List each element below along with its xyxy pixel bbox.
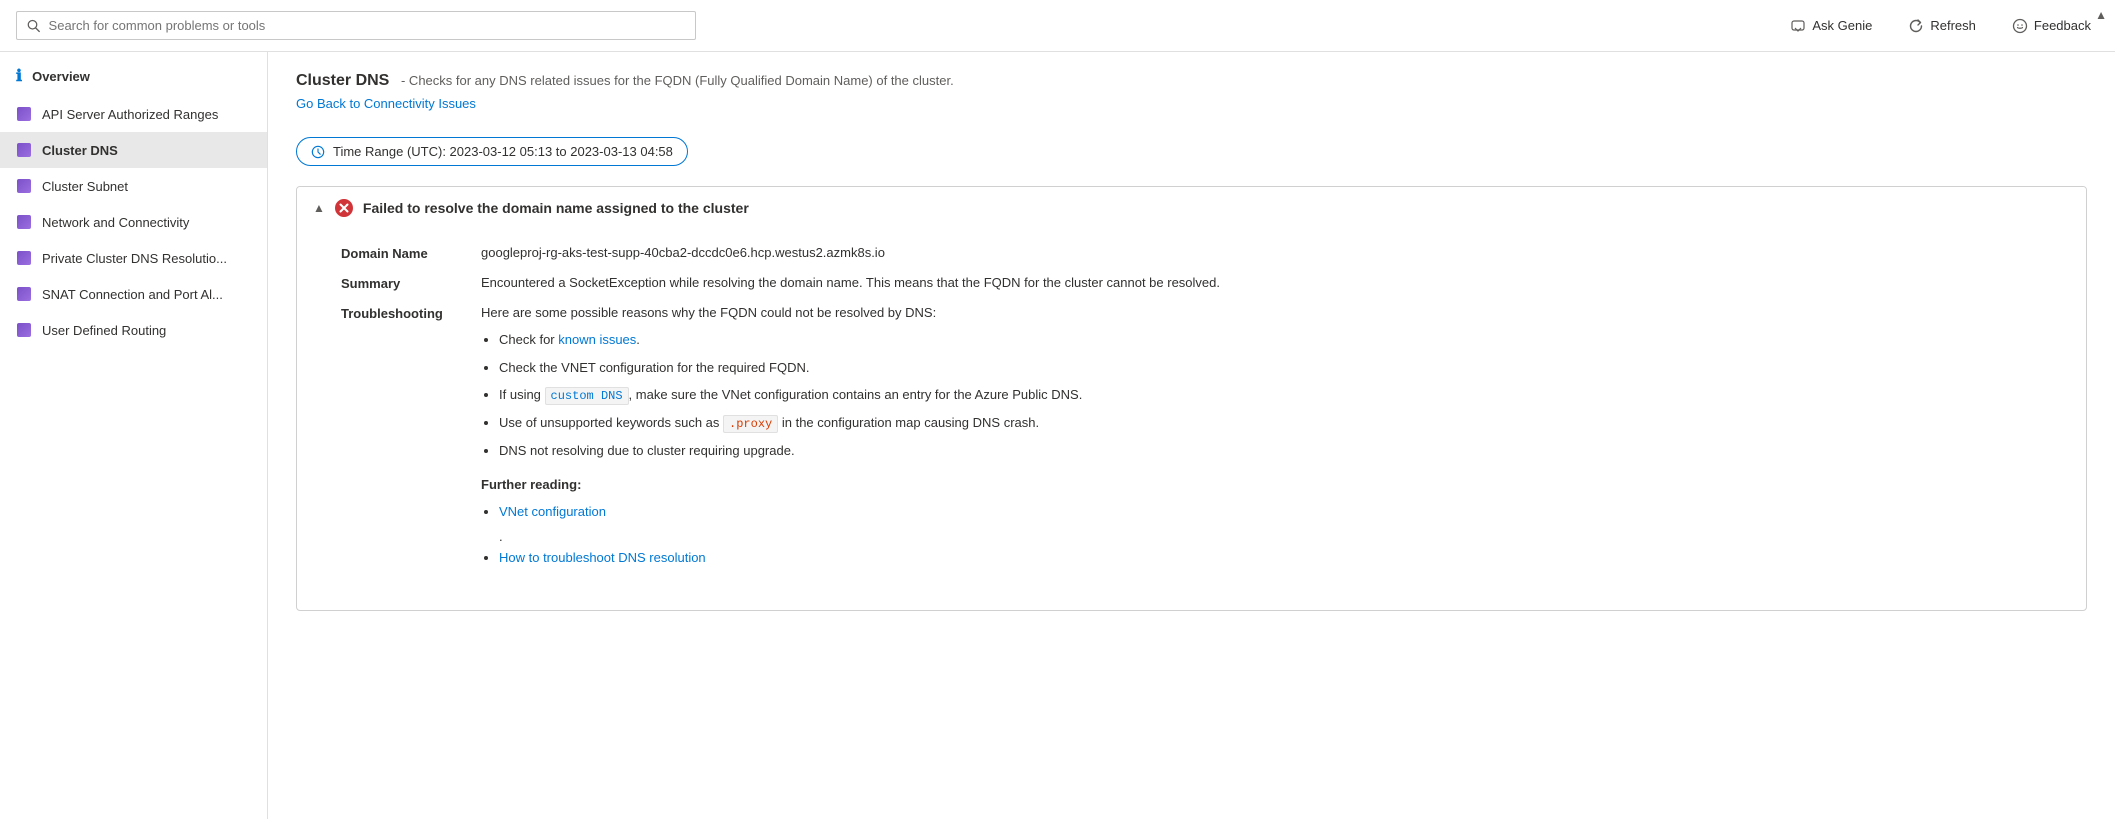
further-reading-list: VNet configuration <box>499 502 2066 522</box>
sidebar-item-network-connectivity-label: Network and Connectivity <box>42 215 189 230</box>
summary-value: Encountered a SocketException while reso… <box>481 275 2066 290</box>
sidebar-item-user-defined-routing-label: User Defined Routing <box>42 323 166 338</box>
topbar-actions: Ask Genie Refresh Feedback <box>1782 14 2099 38</box>
sidebar-item-user-defined-routing[interactable]: User Defined Routing <box>0 312 267 348</box>
troubleshooting-list: Check for known issues. Check the VNET c… <box>499 330 2066 461</box>
troubleshooting-row: Troubleshooting Here are some possible r… <box>341 305 2066 576</box>
summary-label: Summary <box>341 275 481 291</box>
back-link[interactable]: Go Back to Connectivity Issues <box>296 96 476 111</box>
troubleshooting-value: Here are some possible reasons why the F… <box>481 305 2066 576</box>
sidebar-item-overview[interactable]: ℹ Overview <box>0 56 267 96</box>
cluster-subnet-icon <box>16 178 32 194</box>
user-defined-routing-icon <box>16 322 32 338</box>
search-box[interactable] <box>16 11 696 40</box>
api-server-icon <box>16 106 32 122</box>
sidebar-item-private-cluster-dns[interactable]: Private Cluster DNS Resolutio... <box>0 240 267 276</box>
sidebar-item-cluster-dns-label: Cluster DNS <box>42 143 118 158</box>
refresh-icon <box>1908 18 1924 34</box>
sidebar-item-network-connectivity[interactable]: Network and Connectivity <box>0 204 267 240</box>
summary-row: Summary Encountered a SocketException wh… <box>341 275 2066 291</box>
network-connectivity-icon <box>16 214 32 230</box>
search-input[interactable] <box>49 18 685 33</box>
sidebar-item-private-cluster-dns-label: Private Cluster DNS Resolutio... <box>42 251 227 266</box>
genie-icon <box>1790 18 1806 34</box>
snat-icon <box>16 286 32 302</box>
sidebar-item-cluster-subnet-label: Cluster Subnet <box>42 179 128 194</box>
list-item: Check the VNET configuration for the req… <box>499 358 2066 378</box>
domain-name-row: Domain Name googleproj-rg-aks-test-supp-… <box>341 245 2066 261</box>
vnet-config-link[interactable]: VNet configuration <box>499 504 606 519</box>
domain-name-value: googleproj-rg-aks-test-supp-40cba2-dccdc… <box>481 245 2066 260</box>
feedback-icon <box>2012 18 2028 34</box>
list-item: DNS not resolving due to cluster requiri… <box>499 441 2066 461</box>
sidebar-item-api-server-label: API Server Authorized Ranges <box>42 107 218 122</box>
result-card-title: Failed to resolve the domain name assign… <box>363 200 749 216</box>
sidebar-item-snat-label: SNAT Connection and Port Al... <box>42 287 223 302</box>
sidebar-item-snat[interactable]: SNAT Connection and Port Al... <box>0 276 267 312</box>
sidebar-item-cluster-subnet[interactable]: Cluster Subnet <box>0 168 267 204</box>
troubleshoot-dns-link[interactable]: How to troubleshoot DNS resolution <box>499 550 706 565</box>
known-issues-link[interactable]: known issues <box>558 332 636 347</box>
cluster-dns-icon <box>16 142 32 158</box>
chevron-up-icon: ▲ <box>313 201 325 215</box>
list-item: If using custom DNS, make sure the VNet … <box>499 385 2066 405</box>
list-item: Check for known issues. <box>499 330 2066 350</box>
page-title: Cluster DNS <box>296 72 389 89</box>
sidebar-item-cluster-dns[interactable]: Cluster DNS <box>0 132 267 168</box>
result-card-header[interactable]: ▲ Failed to resolve the domain name assi… <box>297 187 2086 229</box>
sidebar-item-api-server[interactable]: API Server Authorized Ranges <box>0 96 267 132</box>
sidebar: ▲ ℹ Overview API Server Authorized Range… <box>0 52 268 819</box>
further-reading-list-2: How to troubleshoot DNS resolution <box>499 548 2066 568</box>
feedback-button[interactable]: Feedback <box>2004 14 2099 38</box>
page-subtitle: - Checks for any DNS related issues for … <box>401 73 954 88</box>
troubleshooting-label: Troubleshooting <box>341 305 481 321</box>
list-item: Use of unsupported keywords such as .pro… <box>499 413 2066 433</box>
private-cluster-dns-icon <box>16 250 32 266</box>
refresh-label: Refresh <box>1930 18 1976 33</box>
further-reading-section: Further reading: VNet configuration . Ho… <box>481 477 2066 568</box>
list-item: How to troubleshoot DNS resolution <box>499 548 2066 568</box>
search-icon <box>27 19 41 33</box>
proxy-code: .proxy <box>723 415 778 433</box>
main-layout: ▲ ℹ Overview API Server Authorized Range… <box>0 52 2115 819</box>
page-header: Cluster DNS - Checks for any DNS related… <box>296 72 2087 111</box>
further-reading-title: Further reading: <box>481 477 2066 492</box>
time-range-pill[interactable]: Time Range (UTC): 2023-03-12 05:13 to 20… <box>296 137 688 166</box>
custom-dns-code: custom DNS <box>545 387 629 405</box>
refresh-button[interactable]: Refresh <box>1900 14 1984 38</box>
domain-name-label: Domain Name <box>341 245 481 261</box>
time-range-label: Time Range (UTC): 2023-03-12 05:13 to 20… <box>333 144 673 159</box>
topbar: Ask Genie Refresh Feedback <box>0 0 2115 52</box>
result-card: ▲ Failed to resolve the domain name assi… <box>296 186 2087 611</box>
error-icon <box>335 199 353 217</box>
troubleshooting-intro: Here are some possible reasons why the F… <box>481 305 2066 320</box>
list-item: VNet configuration <box>499 502 2066 522</box>
ask-genie-label: Ask Genie <box>1812 18 1872 33</box>
ask-genie-button[interactable]: Ask Genie <box>1782 14 1880 38</box>
info-icon: ℹ <box>16 66 22 86</box>
separator-dot: . <box>499 529 2066 544</box>
clock-icon <box>311 145 325 159</box>
result-card-body: Domain Name googleproj-rg-aks-test-supp-… <box>297 229 2086 610</box>
feedback-label: Feedback <box>2034 18 2091 33</box>
content-area: Cluster DNS - Checks for any DNS related… <box>268 52 2115 819</box>
sidebar-overview-label: Overview <box>32 69 90 84</box>
